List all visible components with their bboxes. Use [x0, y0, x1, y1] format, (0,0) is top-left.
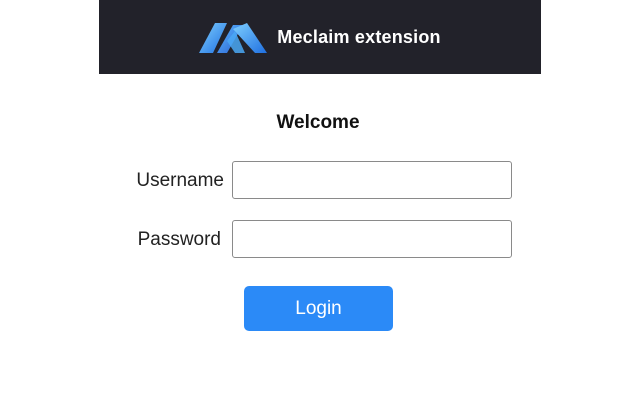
- app-title: Meclaim extension: [277, 26, 441, 47]
- app-header: Meclaim extension: [99, 0, 541, 74]
- username-row: Username: [0, 161, 640, 201]
- password-label: Password: [137, 229, 221, 250]
- username-label: Username: [136, 170, 224, 191]
- password-row: Password: [0, 220, 640, 260]
- password-input[interactable]: [232, 220, 512, 258]
- username-input[interactable]: [232, 161, 512, 199]
- meclaim-logo-icon: [199, 23, 268, 53]
- login-page: Meclaim extension Welcome Username Passw…: [0, 0, 640, 400]
- login-button[interactable]: Login: [244, 286, 393, 331]
- welcome-heading: Welcome: [276, 112, 360, 133]
